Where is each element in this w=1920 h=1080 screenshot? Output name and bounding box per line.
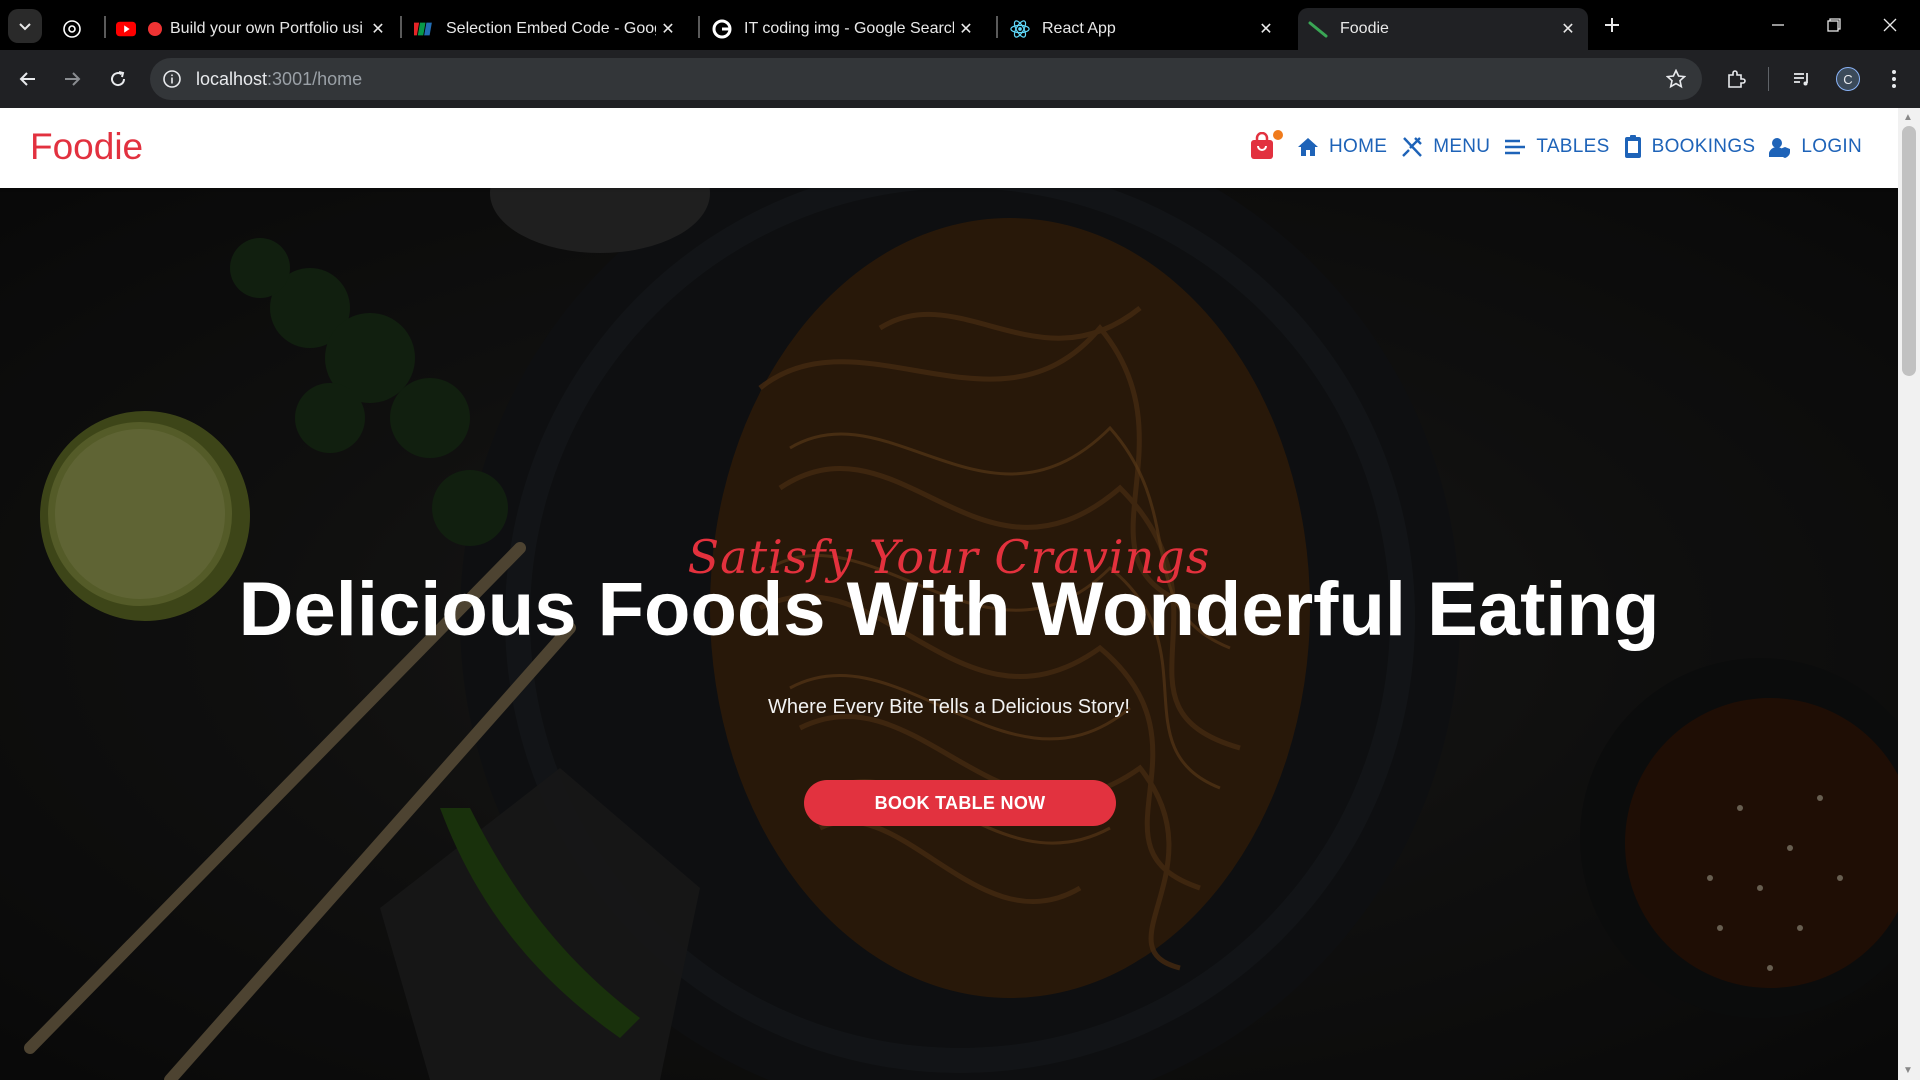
page-viewport: Foodie HOME MENU TABLES BOOKINGS LOGIN S…: [0, 108, 1898, 1080]
plus-icon: [1605, 18, 1619, 32]
close-tab-icon[interactable]: ✕: [1256, 19, 1276, 39]
browser-menu-button[interactable]: [1878, 63, 1910, 95]
scrollbar-thumb[interactable]: [1902, 126, 1916, 376]
media-control-button[interactable]: [1786, 63, 1818, 95]
tab-search-button[interactable]: [8, 9, 42, 43]
browser-toolbar: localhost:3001/home C: [0, 50, 1920, 108]
avatar: C: [1836, 67, 1860, 91]
tab-separator: [996, 16, 998, 38]
bookmark-star-icon[interactable]: [1665, 68, 1687, 94]
nav-label: LOGIN: [1801, 136, 1862, 157]
chevron-down-icon: [19, 23, 31, 31]
scroll-down-icon[interactable]: ▼: [1903, 1065, 1913, 1076]
tab-separator: [698, 16, 700, 38]
tab-title: React App: [1042, 20, 1116, 37]
chatgpt-icon: [62, 19, 82, 39]
browser-tab-bar: Build your own Portfolio usi ✕ Selection…: [0, 0, 1920, 50]
nav-label: TABLES: [1536, 136, 1610, 157]
hero-subline: Where Every Bite Tells a Delicious Story…: [768, 696, 1130, 718]
url-path: :3001/home: [267, 69, 363, 89]
google-icon: [712, 19, 732, 39]
close-icon: [1883, 18, 1897, 32]
scroll-up-icon[interactable]: ▲: [1903, 112, 1913, 123]
tab-chatgpt[interactable]: [62, 8, 92, 50]
brand-logo[interactable]: Foodie: [30, 126, 143, 168]
tab-title: IT coding img - Google Search: [744, 20, 954, 37]
close-tab-icon[interactable]: ✕: [956, 19, 976, 39]
forward-button[interactable]: [56, 63, 88, 95]
cart-button[interactable]: [1249, 130, 1283, 162]
hero-headline: Delicious Foods With Wonderful Eating: [238, 567, 1660, 652]
url-host: localhost: [196, 69, 268, 89]
tab-react-app[interactable]: React App ✕: [1010, 8, 1286, 50]
tab-separator: [104, 16, 106, 38]
arrow-right-icon: [65, 72, 81, 86]
nav-label: HOME: [1328, 136, 1388, 157]
hero-section: Satisfy Your Cravings Delicious Foods Wi…: [0, 188, 1898, 1080]
puzzle-icon: [1728, 70, 1746, 88]
foodie-icon: [1308, 19, 1328, 39]
clipboard-icon: [1624, 135, 1641, 158]
utensils-icon: [1402, 137, 1423, 157]
nav-item-login[interactable]: LOGIN: [1769, 136, 1862, 158]
nav-label: BOOKINGS: [1651, 136, 1756, 157]
zoho-icon: [414, 19, 434, 39]
restore-button[interactable]: [1806, 0, 1862, 50]
close-tab-icon[interactable]: ✕: [1558, 19, 1578, 39]
minimize-icon: [1772, 24, 1784, 26]
profile-button[interactable]: C: [1832, 63, 1864, 95]
back-button[interactable]: [12, 63, 44, 95]
nav-label: MENU: [1433, 136, 1491, 157]
user-shield-icon: [1769, 138, 1791, 158]
nav-item-bookings[interactable]: BOOKINGS: [1624, 135, 1756, 159]
tab-google-search[interactable]: IT coding img - Google Search ✕: [712, 8, 986, 50]
tab-title: Foodie: [1340, 20, 1389, 37]
recording-dot-icon: [148, 22, 162, 36]
url-text: localhost:3001/home: [196, 69, 362, 90]
close-tab-icon[interactable]: ✕: [658, 19, 678, 39]
reload-button[interactable]: [102, 63, 134, 95]
cart-badge: [1272, 130, 1283, 140]
tab-selection-embed[interactable]: Selection Embed Code - Googl ✕: [414, 8, 688, 50]
address-bar[interactable]: localhost:3001/home: [150, 58, 1702, 100]
site-info-icon[interactable]: [162, 69, 182, 94]
site-navbar: Foodie HOME MENU TABLES BOOKINGS LOGIN: [0, 108, 1898, 188]
extensions-button[interactable]: [1720, 63, 1752, 95]
nav-item-menu[interactable]: MENU: [1401, 136, 1490, 158]
restore-icon: [1827, 18, 1841, 32]
youtube-icon: [116, 19, 136, 39]
tab-youtube[interactable]: Build your own Portfolio usi ✕: [116, 8, 398, 50]
media-queue-icon: [1794, 73, 1808, 86]
book-table-button[interactable]: BOOK TABLE NOW: [804, 780, 1116, 826]
nav-links: HOME MENU TABLES BOOKINGS LOGIN: [1249, 130, 1862, 162]
arrow-left-icon: [19, 72, 35, 86]
tab-title: Build your own Portfolio usi: [170, 20, 363, 37]
home-icon: [1297, 138, 1318, 156]
close-tab-icon[interactable]: ✕: [368, 19, 388, 39]
page-scrollbar[interactable]: ▲ ▼: [1898, 108, 1920, 1080]
minimize-button[interactable]: [1750, 0, 1806, 50]
nav-item-home[interactable]: HOME: [1297, 136, 1387, 158]
toolbar-divider: [1768, 67, 1769, 91]
nav-item-tables[interactable]: TABLES: [1504, 136, 1609, 158]
list-icon: [1505, 139, 1526, 155]
new-tab-button[interactable]: [1586, 0, 1638, 50]
tab-separator: [400, 16, 402, 38]
reload-icon: [111, 71, 126, 87]
kebab-menu-icon: [1892, 70, 1896, 88]
tab-title: Selection Embed Code - Googl: [446, 20, 656, 37]
close-window-button[interactable]: [1862, 0, 1918, 50]
tab-foodie[interactable]: Foodie ✕: [1298, 8, 1588, 50]
react-icon: [1010, 19, 1030, 39]
shopping-bag-icon: [1250, 131, 1273, 159]
